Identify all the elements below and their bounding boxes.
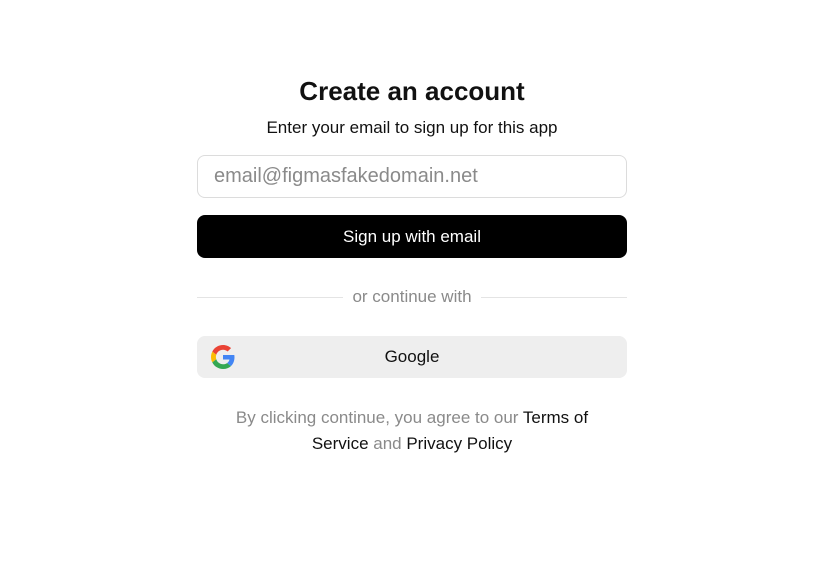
legal-notice: By clicking continue, you agree to our T…: [197, 405, 627, 457]
google-button-label: Google: [384, 347, 440, 366]
google-logo-icon: [211, 345, 235, 369]
legal-conjunction: and: [368, 434, 407, 453]
page-subtitle: Enter your email to sign up for this app: [266, 118, 558, 137]
signup-card: Create an account Enter your email to si…: [197, 72, 628, 457]
page-title: Create an account: [299, 76, 525, 106]
legal-prefix: By clicking continue, you agree to our: [235, 408, 523, 427]
divider-text: or continue with: [352, 287, 472, 306]
privacy-policy-link[interactable]: Privacy Policy: [406, 434, 512, 453]
divider: or continue with: [197, 286, 628, 308]
signup-page: Create an account Enter your email to si…: [0, 0, 837, 587]
email-field[interactable]: [197, 155, 627, 198]
divider-line-right: [480, 296, 628, 298]
sign-up-with-email-button[interactable]: Sign up with email: [197, 215, 627, 258]
divider-line-left: [197, 296, 344, 298]
google-signin-button[interactable]: Google: [197, 336, 627, 378]
